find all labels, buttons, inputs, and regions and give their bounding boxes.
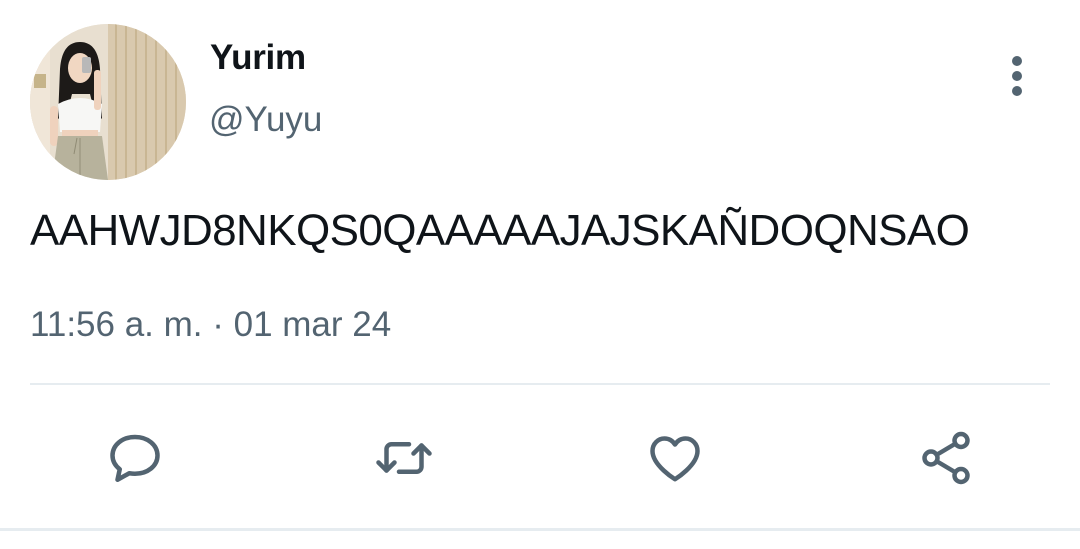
reply-button[interactable] — [103, 426, 167, 490]
reply-icon — [110, 434, 160, 482]
share-icon — [922, 431, 970, 485]
retweet-button[interactable] — [372, 426, 436, 490]
timestamp-separator: · — [202, 305, 234, 344]
tweet-time: 11:56 a. m. — [30, 305, 203, 344]
divider — [30, 383, 1050, 385]
retweet-icon — [376, 442, 432, 474]
dot — [1012, 71, 1022, 81]
heart-icon — [650, 436, 700, 482]
share-button[interactable] — [914, 426, 978, 490]
like-button[interactable] — [643, 426, 707, 490]
avatar-photo — [30, 24, 186, 180]
tweet-date: 01 mar 24 — [233, 305, 392, 344]
bottom-divider — [0, 528, 1080, 531]
user-handle[interactable]: @Yuyu — [209, 100, 322, 140]
tweet-timestamp[interactable]: 11:56 a. m. · 01 mar 24 — [30, 305, 391, 345]
display-name[interactable]: Yurim — [210, 38, 306, 78]
tweet-text: AAHWJD8NKQS0QAAAAAJAJSKAÑDOQNSAO — [30, 206, 970, 255]
avatar[interactable] — [30, 24, 186, 180]
dot — [1012, 86, 1022, 96]
more-vertical-icon[interactable] — [1000, 54, 1034, 98]
dot — [1012, 56, 1022, 66]
